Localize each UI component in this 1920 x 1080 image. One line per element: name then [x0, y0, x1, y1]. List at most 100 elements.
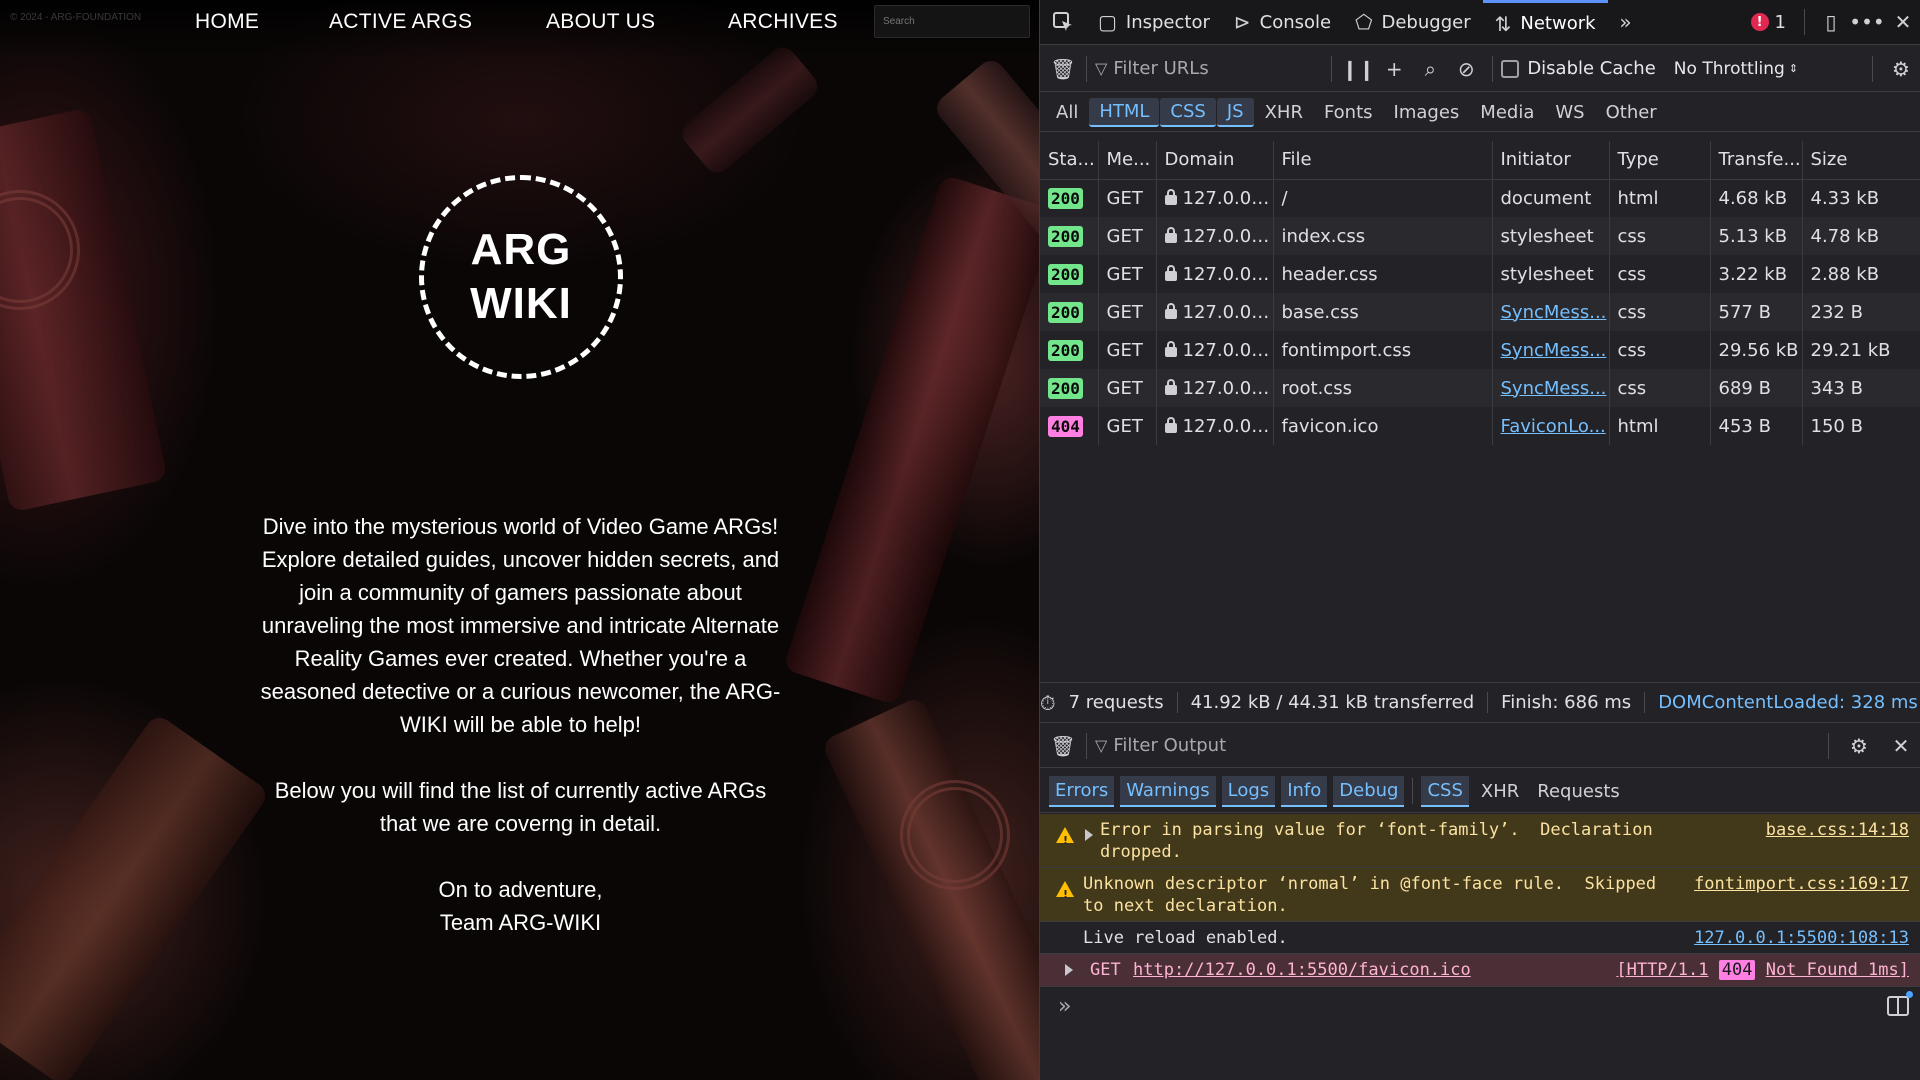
column-header-status[interactable]: Sta... [1040, 141, 1099, 180]
performance-timer-icon[interactable]: ⏱ [1040, 680, 1056, 725]
add-icon[interactable]: + [1376, 46, 1412, 91]
filter-css[interactable]: CSS [1160, 97, 1216, 127]
network-summary-bar: ⏱ 7 requests 41.92 kB / 44.31 kB transfe… [1040, 682, 1920, 723]
nav-about-us[interactable]: ABOUT US [546, 10, 655, 34]
lock-icon [1164, 264, 1177, 281]
transferred-cell: 29.56 kB [1710, 331, 1803, 369]
console-settings-gear-icon[interactable]: ⚙ [1837, 723, 1881, 768]
filter-all[interactable]: All [1046, 99, 1088, 126]
console-icon: ⊳ [1233, 10, 1251, 34]
table-row[interactable]: 200 GET 127.0.0.... root.css SyncMess...… [1040, 369, 1920, 407]
status-badge: 200 [1048, 377, 1083, 399]
message-source-link[interactable]: 127.0.0.1:5500:108:13 [1694, 927, 1909, 949]
console-filter-debug[interactable]: Debug [1333, 775, 1405, 807]
element-picker-icon[interactable] [1040, 0, 1086, 45]
signoff-line: On to adventure, [438, 877, 603, 902]
close-split-console-icon[interactable]: ✕ [1881, 723, 1920, 768]
column-header-file[interactable]: File [1273, 141, 1493, 180]
table-row[interactable]: 404 GET 127.0.0.... favicon.ico FaviconL… [1040, 407, 1920, 445]
filter-media[interactable]: Media [1470, 99, 1544, 126]
filter-html[interactable]: HTML [1089, 97, 1160, 127]
column-header-method[interactable]: Me... [1098, 141, 1157, 180]
console-filter-logs[interactable]: Logs [1221, 775, 1276, 807]
lock-icon [1164, 378, 1177, 395]
filter-output-input[interactable] [1113, 735, 1324, 756]
status-badge: 200 [1048, 339, 1083, 361]
pause-icon[interactable]: ❙❙ [1340, 46, 1376, 91]
console-filter-requests[interactable]: Requests [1531, 777, 1626, 806]
expand-arrow-icon[interactable] [1065, 964, 1073, 976]
clear-trash-icon[interactable]: 🗑 [1040, 46, 1086, 91]
console-log-message[interactable]: Live reload enabled. 127.0.0.1:5500:108:… [1040, 922, 1920, 954]
throttling-select[interactable]: No Throttling [1674, 59, 1785, 79]
search-icon[interactable]: ⌕ [1412, 46, 1448, 91]
error-count-badge[interactable]: ! 1 [1741, 12, 1796, 33]
filter-icon: ▽ [1095, 736, 1108, 755]
filter-other[interactable]: Other [1596, 99, 1667, 126]
filter-xhr[interactable]: XHR [1255, 99, 1313, 126]
initiator-link[interactable]: SyncMess... [1501, 378, 1607, 399]
message-source-link[interactable]: fontimport.css:169:17 [1694, 873, 1909, 895]
filter-fonts[interactable]: Fonts [1314, 99, 1383, 126]
filter-urls-input[interactable] [1113, 58, 1324, 79]
disable-cache-label[interactable]: Disable Cache [1527, 58, 1655, 79]
console-filter-errors[interactable]: Errors [1049, 775, 1115, 807]
table-row[interactable]: 200 GET 127.0.0.... base.css SyncMess...… [1040, 293, 1920, 331]
close-icon[interactable]: ✕ [1885, 0, 1920, 45]
initiator-link[interactable]: SyncMess... [1501, 302, 1607, 323]
console-clear-trash-icon[interactable]: 🗑 [1040, 723, 1086, 768]
console-warning-message[interactable]: Error in parsing value for ‘font-family’… [1040, 814, 1920, 868]
network-icon: ⇅ [1494, 11, 1512, 36]
request-url-link[interactable]: http://127.0.0.1:5500/favicon.ico [1133, 959, 1471, 981]
column-header-initiator[interactable]: Initiator [1492, 141, 1610, 180]
console-filter-info[interactable]: Info [1281, 775, 1328, 807]
column-header-domain[interactable]: Domain [1156, 141, 1274, 180]
table-row[interactable]: 200 GET 127.0.0.... / document html 4.68… [1040, 179, 1920, 217]
dock-side-icon[interactable]: ▯ [1813, 0, 1849, 45]
arg-wiki-logo: ARG WIKI [419, 175, 623, 379]
console-network-error-message[interactable]: GET http://127.0.0.1:5500/favicon.ico [H… [1040, 954, 1920, 987]
network-settings-gear-icon[interactable]: ⚙ [1881, 46, 1920, 91]
console-input-row[interactable]: » [1040, 988, 1920, 1028]
nav-active-args[interactable]: ACTIVE ARGS [329, 10, 472, 34]
background-art [0, 712, 271, 1080]
tab-console[interactable]: ⊳ Console [1222, 0, 1343, 45]
column-header-type[interactable]: Type [1609, 141, 1711, 180]
initiator-link[interactable]: SyncMess... [1501, 340, 1607, 361]
more-options-icon[interactable]: ••• [1849, 0, 1885, 45]
block-icon[interactable]: ⊘ [1448, 46, 1484, 91]
tab-debugger[interactable]: ⬠ Debugger [1343, 0, 1483, 45]
console-filter-css[interactable]: CSS [1421, 775, 1469, 807]
more-tabs-chevron-icon[interactable]: » [1608, 0, 1644, 45]
nav-home[interactable]: HOME [195, 10, 259, 34]
console-filter-xhr[interactable]: XHR [1475, 777, 1525, 806]
tab-inspector[interactable]: ▢ Inspector [1086, 0, 1222, 45]
table-row[interactable]: 200 GET 127.0.0.... header.css styleshee… [1040, 255, 1920, 293]
table-row[interactable]: 200 GET 127.0.0.... fontimport.css SyncM… [1040, 331, 1920, 369]
size-cell: 2.88 kB [1802, 255, 1920, 293]
disable-cache-checkbox[interactable] [1501, 59, 1520, 78]
editor-mode-icon[interactable] [1887, 991, 1913, 1016]
lock-icon [1164, 188, 1177, 205]
transferred-cell: 577 B [1710, 293, 1803, 331]
initiator-cell: document [1492, 179, 1610, 217]
message-text: Live reload enabled. [1083, 928, 1288, 948]
initiator-cell: stylesheet [1492, 217, 1610, 255]
tab-console-label: Console [1259, 11, 1332, 33]
table-row[interactable]: 200 GET 127.0.0.... index.css stylesheet… [1040, 217, 1920, 255]
initiator-link[interactable]: FaviconLo... [1501, 416, 1606, 437]
console-warning-message[interactable]: Unknown descriptor ‘nromal’ in @font-fac… [1040, 868, 1920, 922]
console-toolbar: 🗑 ▽ ⚙ ✕ [1040, 724, 1920, 768]
site-search-input[interactable] [874, 5, 1030, 38]
nav-archives[interactable]: ARCHIVES [728, 10, 838, 34]
column-header-transferred[interactable]: Transfe... [1710, 141, 1803, 180]
console-filter-warnings[interactable]: Warnings [1120, 775, 1216, 807]
message-source-link[interactable]: base.css:14:18 [1766, 819, 1909, 841]
expand-arrow-icon[interactable] [1085, 829, 1093, 841]
request-status[interactable]: [HTTP/1.1 404 Not Found 1ms] [1616, 959, 1909, 981]
filter-js[interactable]: JS [1216, 97, 1254, 127]
column-header-size[interactable]: Size [1802, 141, 1920, 180]
filter-ws[interactable]: WS [1545, 99, 1594, 126]
tab-network[interactable]: ⇅ Network [1482, 0, 1608, 45]
filter-images[interactable]: Images [1384, 99, 1470, 126]
